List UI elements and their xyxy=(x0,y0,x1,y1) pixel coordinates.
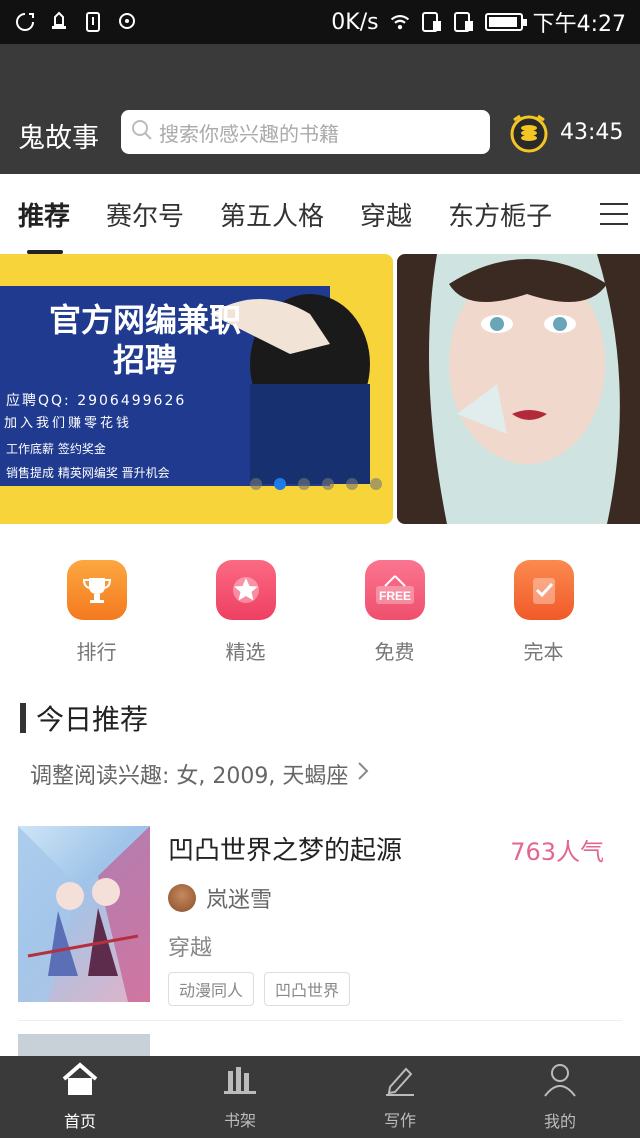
book-cover[interactable] xyxy=(18,826,150,1002)
free-icon: FREE xyxy=(364,560,425,620)
popularity: 763人气 xyxy=(510,838,604,866)
book-title[interactable]: 凹凸世界之梦的起源 xyxy=(168,830,402,867)
adjust-interest-link[interactable]: 调整阅读兴趣: 女, 2009, 天蝎座 xyxy=(30,758,370,790)
cover-illustration xyxy=(18,826,150,1002)
tab-recommend[interactable]: 推荐 xyxy=(0,174,88,254)
carousel-dot[interactable] xyxy=(346,478,358,490)
banner-qq: 应聘QQ: 2906499626 xyxy=(6,393,187,409)
nav-home[interactable]: 首页 xyxy=(0,1056,160,1138)
wifi-icon xyxy=(389,11,411,33)
next-book-cover[interactable] xyxy=(18,1034,150,1056)
nav-write[interactable]: 写作 xyxy=(320,1056,480,1138)
bell-icon xyxy=(48,11,70,33)
home-icon xyxy=(60,1062,100,1102)
carousel-dot[interactable] xyxy=(370,478,382,490)
nav-me[interactable]: 我的 xyxy=(480,1056,640,1138)
banner-benefits-2: 销售提成 精英网编奖 晋升机会 xyxy=(6,466,170,480)
trophy-icon xyxy=(66,560,127,620)
carousel-dot[interactable] xyxy=(322,478,334,490)
tab-dongfang[interactable]: 东方栀子 xyxy=(430,174,570,254)
clock: 下午4:27 xyxy=(532,12,626,37)
book-tags: 动漫同人 凹凸世界 xyxy=(168,972,351,1006)
network-speed: 0K/s xyxy=(331,9,379,35)
book-genre: 穿越 xyxy=(168,936,213,961)
tag[interactable]: 动漫同人 xyxy=(168,972,255,1006)
banner-slide-recruit[interactable]: 官方网编兼职 招聘 应聘QQ: 2906499626 加入我们赚零花钱 工作底薪… xyxy=(0,254,393,524)
search-placeholder: 搜索你感兴趣的书籍 xyxy=(159,121,339,146)
author-name: 岚迷雪 xyxy=(206,888,273,913)
star-icon xyxy=(215,560,276,620)
coin-clock-icon[interactable] xyxy=(506,110,552,156)
app-header: 鬼故事 搜索你感兴趣的书籍 43:45 xyxy=(0,44,640,174)
entry-featured[interactable]: 精选 xyxy=(186,560,306,665)
check-book-icon xyxy=(513,560,574,620)
carousel-dot[interactable] xyxy=(298,478,310,490)
battery-icon xyxy=(484,13,527,31)
category-tabs: 推荐 赛尔号 第五人格 穿越 东方栀子 xyxy=(0,174,640,254)
entry-completed[interactable]: 完本 xyxy=(484,560,604,665)
pen-icon xyxy=(382,1063,418,1101)
avatar xyxy=(168,884,196,912)
tab-identity-v[interactable]: 第五人格 xyxy=(202,174,342,254)
book-card[interactable]: 凹凸世界之梦的起源 763人气 岚迷雪 穿越 动漫同人 凹凸世界 xyxy=(18,826,622,1006)
banner-strip: 加入我们赚零花钱 xyxy=(4,416,133,431)
menu-icon[interactable] xyxy=(600,203,628,225)
banner-carousel[interactable]: 官方网编兼职 招聘 应聘QQ: 2906499626 加入我们赚零花钱 工作底薪… xyxy=(0,254,640,524)
section-bar xyxy=(20,703,26,733)
signal-icon xyxy=(421,11,443,33)
entry-ranking[interactable]: 排行 xyxy=(37,560,157,665)
signal2-icon xyxy=(453,11,475,33)
tag[interactable]: 凹凸世界 xyxy=(264,972,351,1006)
sim-icon xyxy=(82,11,104,33)
svg-text:FREE: FREE xyxy=(378,589,410,603)
profile-icon xyxy=(542,1062,578,1102)
banner-headline: 官方网编兼职 招聘 xyxy=(48,301,241,379)
carousel-dot[interactable] xyxy=(250,478,262,490)
coin-timer: 43:45 xyxy=(560,120,624,145)
entry-free[interactable]: FREE 免费 xyxy=(335,560,455,665)
quick-entries: 排行 精选 FREE 免费 完本 xyxy=(0,560,640,665)
search-input[interactable]: 搜索你感兴趣的书籍 xyxy=(121,110,490,154)
tab-time-travel[interactable]: 穿越 xyxy=(342,174,430,254)
app-title[interactable]: 鬼故事 xyxy=(18,116,99,155)
chevron-right-icon xyxy=(356,760,370,788)
chat-icon xyxy=(116,11,138,33)
portrait-illustration xyxy=(397,254,640,524)
status-bar: 0K/s 下午4:27 xyxy=(0,0,640,44)
sync-icon xyxy=(14,11,36,33)
author-row[interactable]: 岚迷雪 xyxy=(168,882,272,914)
bottom-nav: 首页 书架 写作 我的 xyxy=(0,1056,640,1138)
divider xyxy=(18,1020,622,1021)
carousel-dots xyxy=(250,478,382,490)
nav-bookshelf[interactable]: 书架 xyxy=(160,1056,320,1138)
carousel-dot[interactable] xyxy=(274,478,286,490)
banner-benefits-1: 工作底薪 签约奖金 xyxy=(6,442,106,456)
banner-slide-portrait[interactable] xyxy=(397,254,640,524)
section-today-recommend: 今日推荐 xyxy=(20,698,148,738)
bookshelf-icon xyxy=(222,1063,258,1101)
search-icon xyxy=(131,119,153,145)
section-title: 今日推荐 xyxy=(36,703,149,736)
tab-seer[interactable]: 赛尔号 xyxy=(88,174,202,254)
